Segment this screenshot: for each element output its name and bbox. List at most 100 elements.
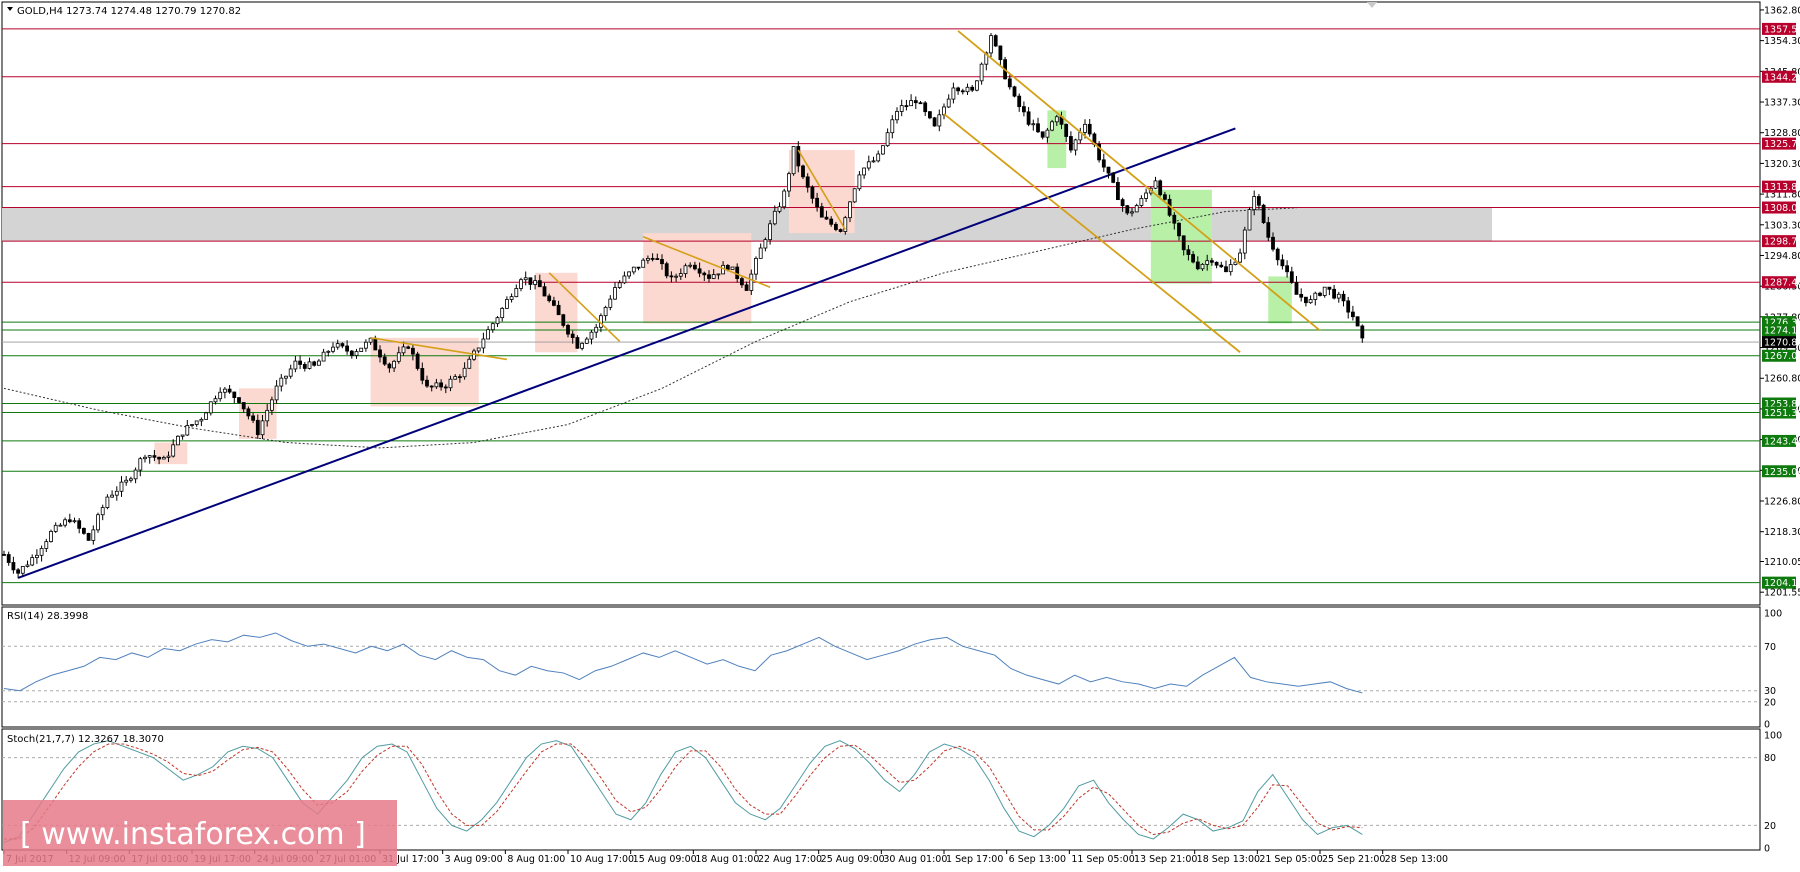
candle-body [1022,106,1026,113]
candle-body [1083,123,1087,133]
candle-body [321,351,326,362]
candle-body [1158,180,1163,196]
candle-body [1116,181,1120,201]
candle-body [72,520,77,523]
candle-body [354,351,359,356]
candle-body [655,258,660,260]
candle-body [542,286,547,297]
candle-body [815,197,819,208]
candle-body [725,264,730,270]
candle-body [265,409,270,422]
candle-body [312,361,317,366]
candle-body [960,90,965,93]
candle-body [1285,265,1289,273]
candle-body [251,415,256,421]
candle-body [302,364,307,369]
candle-body [758,247,763,259]
candle-body [368,337,373,343]
candle-body [594,326,599,333]
candle-body [1205,260,1210,265]
candle-body [30,557,35,566]
resistance-label: 1357.55 [1764,24,1800,35]
time-tick-label: 8 Aug 01:00 [507,854,565,865]
candle-body [711,274,716,279]
candle-body [1177,222,1181,237]
candle-body [396,352,401,362]
bear-zone [643,233,752,324]
support-label: 1235.04 [1764,467,1800,478]
candle-body [260,420,265,436]
candle-body [1106,166,1111,174]
candle-body [1261,204,1266,223]
resistance-label: 1344.29 [1764,72,1800,83]
candle-body [650,257,655,260]
candle-body [1266,222,1271,238]
candle-body [307,361,312,369]
resistance-label: 1313.86 [1764,182,1800,193]
candle-body [556,304,561,316]
price-tick-label: 1260.80 [1764,374,1800,385]
candle-body [467,358,472,369]
price-tick-label: 1201.55 [1764,588,1800,599]
candle-body [490,323,495,331]
candle-body [1360,325,1365,339]
candle-body [979,63,984,82]
candle-body [1036,123,1040,133]
price-panel-frame [1,1,1761,606]
candle-body [495,317,500,325]
candle-body [49,531,53,542]
candle-body [829,218,834,225]
price-panel[interactable]: 1362.801354.301345.801337.301328.801320.… [1,1,1800,606]
candle-body [1224,266,1228,273]
chart-canvas[interactable]: 1362.801354.301345.801337.301328.801320.… [0,0,1800,868]
candle-body [702,272,707,276]
candle-body [1134,205,1139,213]
candle-body [617,282,622,288]
candle-body [434,382,439,388]
candle-body [763,239,768,249]
candle-body [514,288,519,298]
candle-body [180,434,185,437]
candle-body [890,119,895,134]
candle-body [288,368,293,377]
stoch-tick-label: 80 [1764,753,1776,764]
candle-body [674,275,678,278]
candle-body [937,114,942,127]
candle-body [171,444,176,457]
candle-body [1351,311,1355,318]
candle-body [754,258,758,275]
rsi-tick-label: 0 [1764,720,1770,731]
rsi-panel[interactable]: 100 70 3020 0 RSI(14) 28.3998 [1,606,1782,731]
candle-body [904,105,909,108]
candle-body [993,35,998,47]
candle-body [848,201,852,219]
price-tick-label: 1303.30 [1764,220,1800,231]
candle-body [998,45,1003,61]
candle-body [269,399,274,411]
candle-body [928,111,932,119]
candle-body [1050,121,1054,131]
rsi-header-text: RSI(14) 28.3998 [7,611,88,622]
candle-body [646,257,650,261]
candle-body [1125,205,1130,214]
candle-body [1186,249,1191,255]
candle-body [1346,300,1351,313]
candle-body [1144,192,1148,199]
candle-body [147,455,152,458]
candle-body [810,186,815,199]
candle-body [866,161,871,169]
candle-body [951,87,956,100]
candle-body [1318,292,1322,296]
candle-body [857,174,862,190]
candle-body [899,105,904,112]
candle-body [255,419,260,436]
price-tick-label: 1328.80 [1764,128,1800,139]
candle-body [1040,131,1045,138]
candle-body [16,569,21,574]
candle-body [143,456,147,460]
price-tick-label: 1362.80 [1764,5,1800,16]
candle-body [909,100,913,107]
candle-body [627,271,631,277]
candle-body [293,360,298,370]
support-label: 1274.15 [1764,326,1800,337]
